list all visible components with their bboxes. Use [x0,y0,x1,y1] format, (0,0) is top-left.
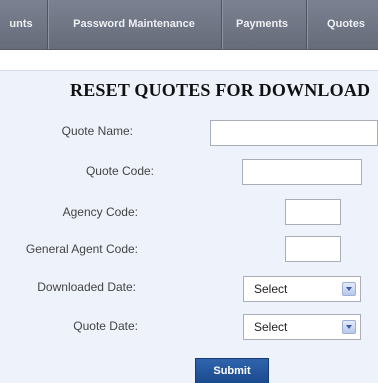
general-agent-code-label: General Agent Code: [25,242,138,256]
nav-item-accounts[interactable]: unts [6,0,36,49]
nav-divider [221,0,223,49]
nav-item-quotes[interactable]: Quotes [314,0,378,49]
quote-date-label: Quote Date: [73,319,138,333]
chevron-down-icon[interactable] [342,320,356,334]
nav-divider [306,0,308,49]
agency-code-label: Agency Code: [62,205,138,219]
nav-item-payments[interactable]: Payments [228,0,296,49]
page: unts Password Maintenance Payments Quote… [0,0,378,383]
quote-code-input[interactable] [242,159,362,185]
quote-code-label: Quote Code: [85,164,154,178]
quote-name-label: Quote Name: [61,124,133,138]
downloaded-date-label: Downloaded Date: [37,280,136,294]
submit-button[interactable]: Submit [195,358,269,383]
nav-divider [47,0,49,49]
nav-item-password-maintenance[interactable]: Password Maintenance [56,0,212,49]
form-title: RESET QUOTES FOR DOWNLOAD [70,80,371,100]
agency-code-input[interactable] [285,199,341,225]
quote-date-selected-value: Select [254,320,288,334]
downloaded-date-selected-value: Select [254,282,288,296]
quote-date-select[interactable]: Select [243,314,361,340]
downloaded-date-select[interactable]: Select [243,276,361,302]
top-nav: unts Password Maintenance Payments Quote… [0,0,378,50]
quote-name-input[interactable] [210,120,378,146]
chevron-down-icon[interactable] [342,282,356,296]
general-agent-code-input[interactable] [285,236,341,262]
